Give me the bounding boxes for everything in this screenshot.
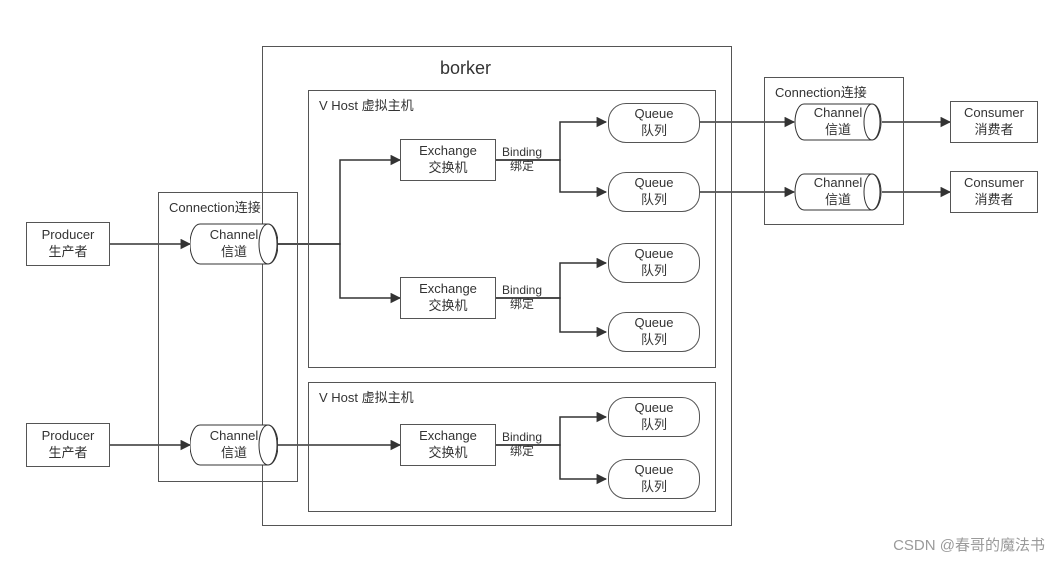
binding-1: Binding绑定	[502, 145, 542, 174]
queue-3a: Queue队列	[608, 397, 700, 437]
consumer-2: Consumer 消费者	[950, 171, 1038, 213]
producer-1-l2: 生产者	[48, 244, 87, 261]
ex3-l2: 交换机	[428, 445, 467, 462]
cons1-l1: Consumer	[964, 105, 1024, 122]
ch-l2-l2: 信道	[221, 445, 247, 462]
queue-1a: Queue队列	[608, 103, 700, 143]
binding-2: Binding绑定	[502, 283, 542, 312]
ex1-l2: 交换机	[428, 160, 467, 177]
connection-left-title: Connection连接	[169, 197, 261, 216]
producer-2: Producer 生产者	[26, 423, 110, 467]
channel-right-1: Channel 信道	[794, 102, 882, 142]
cons1-l2: 消费者	[974, 122, 1013, 139]
channel-left-1: Channel 信道	[190, 222, 278, 266]
queue-2a: Queue队列	[608, 243, 700, 283]
queue-1b: Queue队列	[608, 172, 700, 212]
producer-1-l1: Producer	[42, 227, 95, 244]
channel-left-2: Channel 信道	[190, 423, 278, 467]
watermark: CSDN @春哥的魔法书	[893, 534, 1045, 555]
vhost2-title: V Host 虚拟主机	[319, 387, 414, 406]
exchange-1: Exchange 交换机	[400, 139, 496, 181]
consumer-1: Consumer 消费者	[950, 101, 1038, 143]
ex1-l1: Exchange	[419, 143, 477, 160]
ch-l2-l1: Channel	[210, 428, 258, 445]
ch-r1-l1: Channel	[814, 105, 862, 122]
ch-r1-l2: 信道	[825, 122, 851, 139]
ex2-l2: 交换机	[428, 298, 467, 315]
channel-right-2: Channel 信道	[794, 172, 882, 212]
ch-l1-l2: 信道	[221, 244, 247, 261]
vhost1-title: V Host 虚拟主机	[319, 95, 414, 114]
ch-r2-l1: Channel	[814, 175, 862, 192]
cons2-l2: 消费者	[974, 192, 1013, 209]
ch-l1-l1: Channel	[210, 227, 258, 244]
broker-title: borker	[440, 58, 491, 80]
producer-1: Producer 生产者	[26, 222, 110, 266]
ex2-l1: Exchange	[419, 281, 477, 298]
queue-2b: Queue队列	[608, 312, 700, 352]
exchange-2: Exchange 交换机	[400, 277, 496, 319]
ex3-l1: Exchange	[419, 428, 477, 445]
cons2-l1: Consumer	[964, 175, 1024, 192]
binding-3: Binding绑定	[502, 430, 542, 459]
connection-right-title: Connection连接	[775, 82, 867, 101]
producer-2-l2: 生产者	[48, 445, 87, 462]
exchange-3: Exchange 交换机	[400, 424, 496, 466]
producer-2-l1: Producer	[42, 428, 95, 445]
ch-r2-l2: 信道	[825, 192, 851, 209]
queue-3b: Queue队列	[608, 459, 700, 499]
